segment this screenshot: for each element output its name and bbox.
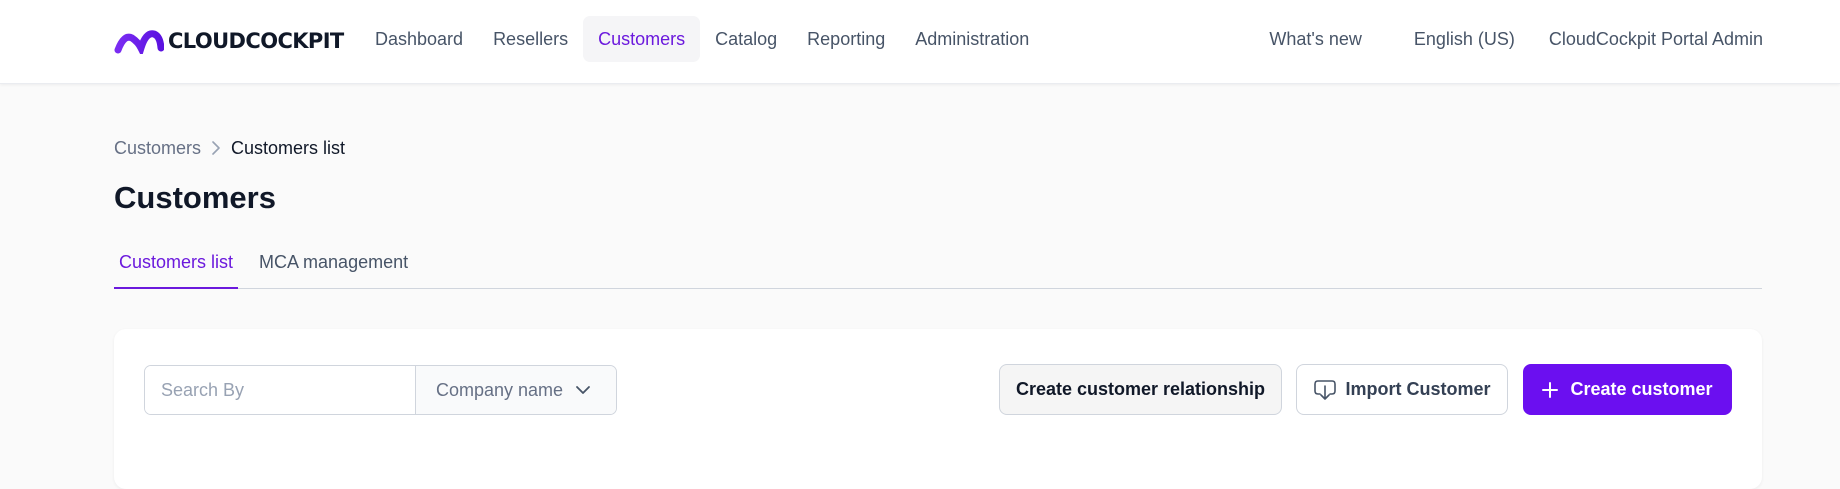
download-icon: [1313, 379, 1337, 401]
nav-right: What's new English (US) CloudCockpit Por…: [1252, 16, 1780, 62]
chevron-down-icon: [575, 385, 591, 395]
search-field-select[interactable]: Company name: [415, 366, 616, 414]
whats-new-link[interactable]: What's new: [1252, 16, 1378, 62]
brand-name: CLOUDCOCKPIT: [168, 29, 344, 53]
tab-customers-list[interactable]: Customers list: [114, 246, 239, 289]
create-customer-button[interactable]: Create customer: [1523, 364, 1732, 415]
nav-catalog[interactable]: Catalog: [700, 16, 792, 62]
create-customer-relationship-button[interactable]: Create customer relationship: [999, 364, 1282, 415]
create-customer-label: Create customer: [1570, 379, 1713, 399]
nav-resellers[interactable]: Resellers: [478, 16, 583, 62]
cloudcockpit-logo-icon: [114, 30, 164, 54]
user-menu[interactable]: CloudCockpit Portal Admin: [1532, 16, 1780, 62]
top-navbar: CLOUDCOCKPIT Dashboard Resellers Custome…: [0, 0, 1840, 84]
brand-logo[interactable]: CLOUDCOCKPIT: [114, 26, 344, 56]
plus-icon: [1542, 381, 1559, 398]
import-customer-label: Import Customer: [1345, 379, 1491, 399]
nav-dashboard[interactable]: Dashboard: [360, 16, 478, 62]
breadcrumb-current: Customers list: [231, 137, 346, 158]
breadcrumb-customers[interactable]: Customers: [114, 138, 201, 159]
search-field-value: Company name: [436, 379, 564, 400]
search-input[interactable]: [145, 366, 415, 414]
tab-bar: Customers list MCA management: [114, 246, 1762, 289]
customers-card: Company name Create customer relationshi…: [114, 329, 1762, 489]
nav-customers[interactable]: Customers: [583, 16, 701, 62]
main-nav: Dashboard Resellers Customers Catalog Re…: [360, 16, 1044, 62]
import-customer-button[interactable]: Import Customer: [1296, 364, 1508, 415]
create-relationship-label: Create customer relationship: [1015, 379, 1266, 399]
search-group: Company name: [144, 365, 617, 415]
chevron-right-icon: [211, 141, 221, 155]
breadcrumb: Customers Customers list: [114, 137, 345, 159]
nav-administration[interactable]: Administration: [900, 16, 1044, 62]
page-title: Customers: [114, 180, 276, 215]
language-selector[interactable]: English (US): [1397, 16, 1532, 62]
nav-reporting[interactable]: Reporting: [792, 16, 900, 62]
tab-mca-management[interactable]: MCA management: [254, 246, 413, 289]
